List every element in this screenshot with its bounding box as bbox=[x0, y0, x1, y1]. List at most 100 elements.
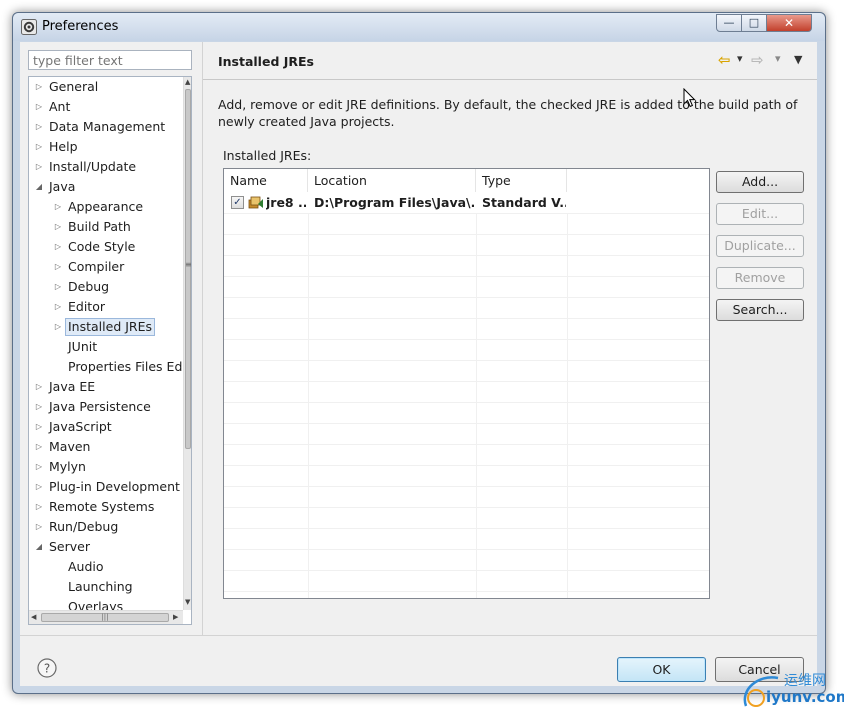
empty-table-row bbox=[224, 486, 709, 508]
scroll-left-icon[interactable]: ◀ bbox=[31, 613, 36, 621]
jre-default-checkbox[interactable]: ✓ bbox=[231, 196, 244, 209]
expanded-arrow-icon[interactable]: ◢ bbox=[35, 537, 43, 557]
empty-table-row bbox=[224, 234, 709, 256]
collapsed-arrow-icon[interactable]: ▷ bbox=[35, 477, 43, 497]
preferences-tree: ▷ General ▷ Ant ▷ Data Management ▷ Help ▷ Instal… bbox=[28, 76, 192, 625]
collapsed-arrow-icon[interactable]: ▷ bbox=[35, 517, 43, 537]
collapsed-arrow-icon[interactable]: ▷ bbox=[54, 317, 62, 337]
collapsed-arrow-icon[interactable]: ▷ bbox=[54, 217, 62, 237]
table-row[interactable]: ✓ jre8 ... D:\Program Files\Java\... Sta… bbox=[224, 192, 709, 214]
page-description: Add, remove or edit JRE definitions. By … bbox=[218, 97, 798, 129]
empty-table-row bbox=[224, 507, 709, 529]
expanded-arrow-icon[interactable]: ◢ bbox=[35, 177, 43, 197]
forward-dropdown-icon[interactable]: ▾ bbox=[775, 52, 781, 68]
collapsed-arrow-icon[interactable]: ▷ bbox=[35, 137, 43, 157]
installed-jres-table[interactable]: Name Location Type ✓ jre8 ... D:\Program… bbox=[223, 168, 710, 599]
empty-table-row bbox=[224, 402, 709, 424]
search-button[interactable]: Search... bbox=[716, 299, 804, 321]
edit-button[interactable]: Edit... bbox=[716, 203, 804, 225]
forward-arrow-icon[interactable]: ⇨ bbox=[751, 51, 764, 69]
maximize-button[interactable]: □ bbox=[741, 14, 767, 32]
collapsed-arrow-icon[interactable]: ▷ bbox=[54, 277, 62, 297]
jre-type-cell: Standard V... bbox=[482, 195, 566, 210]
tree-horizontal-scrollbar[interactable]: ◀ ||| ▶ bbox=[29, 610, 183, 624]
ok-button[interactable]: OK bbox=[617, 657, 706, 682]
collapsed-arrow-icon[interactable]: ▷ bbox=[35, 437, 43, 457]
column-divider bbox=[567, 192, 568, 598]
collapsed-arrow-icon[interactable]: ▷ bbox=[35, 97, 43, 117]
collapsed-arrow-icon[interactable]: ▷ bbox=[54, 237, 62, 257]
footer-separator bbox=[20, 635, 817, 636]
collapsed-arrow-icon[interactable]: ▷ bbox=[54, 257, 62, 277]
title-bar[interactable]: Preferences — □ ✕ bbox=[13, 13, 825, 41]
tree-item-label: Server bbox=[49, 539, 90, 554]
tree-item-label: Data Management bbox=[49, 119, 166, 134]
tree-item-label: Mylyn bbox=[49, 459, 86, 474]
collapsed-arrow-icon[interactable]: ▷ bbox=[35, 457, 43, 477]
scroll-down-icon[interactable]: ▼ bbox=[185, 598, 190, 606]
collapsed-arrow-icon[interactable]: ▷ bbox=[35, 497, 43, 517]
help-glyph: ? bbox=[44, 662, 50, 676]
watermark-url: iyunv.com bbox=[766, 688, 844, 706]
collapsed-arrow-icon[interactable]: ▷ bbox=[35, 117, 43, 137]
collapsed-arrow-icon[interactable]: ▷ bbox=[54, 297, 62, 317]
window-title: Preferences bbox=[42, 19, 119, 34]
tree-item-label: Build Path bbox=[68, 219, 131, 234]
empty-table-row bbox=[224, 465, 709, 487]
tree-item-label: Java Persistence bbox=[49, 399, 151, 414]
scroll-up-icon[interactable]: ▲ bbox=[185, 78, 190, 86]
empty-table-row bbox=[224, 591, 709, 598]
scroll-right-icon[interactable]: ▶ bbox=[173, 613, 178, 621]
tree-item-label: JUnit bbox=[68, 339, 98, 354]
jre-library-icon bbox=[248, 196, 263, 209]
column-divider bbox=[476, 192, 477, 598]
horizontal-scroll-thumb[interactable]: ||| bbox=[41, 613, 169, 622]
tree-item-label: Compiler bbox=[68, 259, 125, 274]
collapsed-arrow-icon[interactable]: ▷ bbox=[35, 377, 43, 397]
tree-item-label: Remote Systems bbox=[49, 499, 155, 514]
collapsed-arrow-icon[interactable]: ▷ bbox=[35, 157, 43, 177]
empty-table-row bbox=[224, 360, 709, 382]
jre-name-cell: jre8 ... bbox=[266, 195, 306, 210]
tree-item-label: Debug bbox=[68, 279, 110, 294]
tree-item-label: Run/Debug bbox=[49, 519, 119, 534]
column-header-name[interactable]: Name bbox=[224, 169, 308, 192]
watermark-text: 运维网 bbox=[784, 673, 826, 689]
panel-divider[interactable] bbox=[202, 42, 203, 635]
column-divider bbox=[308, 192, 309, 598]
filter-input[interactable] bbox=[28, 50, 192, 70]
minimize-button[interactable]: — bbox=[716, 14, 742, 32]
back-arrow-icon[interactable]: ⇦ bbox=[718, 51, 731, 69]
dialog-client-area: ▷General▷Ant▷Data Management▷Help▷Instal… bbox=[20, 42, 817, 686]
close-button[interactable]: ✕ bbox=[766, 14, 812, 32]
tree-item-label: Installed JREs bbox=[65, 318, 156, 336]
tree-item-label: Java bbox=[49, 179, 76, 194]
view-menu-icon[interactable]: ▼ bbox=[794, 53, 802, 69]
empty-table-row bbox=[224, 570, 709, 592]
column-header-location[interactable]: Location bbox=[308, 169, 476, 192]
tree-item-label: Ant bbox=[49, 99, 71, 114]
duplicate-button[interactable]: Duplicate... bbox=[716, 235, 804, 257]
help-icon[interactable]: ? bbox=[37, 658, 57, 678]
tree-item-label: Audio bbox=[68, 559, 104, 574]
empty-table-row bbox=[224, 318, 709, 340]
tree-vertical-scrollbar[interactable]: ▲ ≡ ▼ bbox=[183, 77, 191, 610]
collapsed-arrow-icon[interactable]: ▷ bbox=[54, 197, 62, 217]
add-button[interactable]: Add... bbox=[716, 171, 804, 193]
column-header-type[interactable]: Type bbox=[476, 169, 567, 192]
tree-item-label: Appearance bbox=[68, 199, 144, 214]
empty-table-row bbox=[224, 339, 709, 361]
back-dropdown-icon[interactable]: ▾ bbox=[737, 52, 743, 68]
empty-table-row bbox=[224, 444, 709, 466]
title-separator bbox=[203, 79, 817, 80]
empty-table-row bbox=[224, 276, 709, 298]
collapsed-arrow-icon[interactable]: ▷ bbox=[35, 417, 43, 437]
empty-table-row bbox=[224, 381, 709, 403]
collapsed-arrow-icon[interactable]: ▷ bbox=[35, 77, 43, 97]
preferences-gear-icon bbox=[21, 19, 37, 35]
empty-table-row bbox=[224, 213, 709, 235]
collapsed-arrow-icon[interactable]: ▷ bbox=[35, 397, 43, 417]
remove-button[interactable]: Remove bbox=[716, 267, 804, 289]
vertical-scroll-thumb[interactable]: ≡ bbox=[185, 89, 191, 449]
tree-item-label: Launching bbox=[68, 579, 133, 594]
